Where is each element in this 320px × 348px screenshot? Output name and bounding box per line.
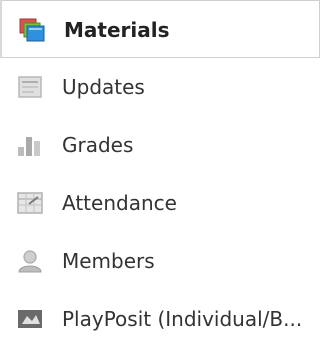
nav-label: Updates <box>62 75 145 99</box>
grades-icon <box>16 133 44 157</box>
materials-icon <box>18 18 46 42</box>
nav-label: Attendance <box>62 191 177 215</box>
nav-item-playposit[interactable]: PlayPosit (Individual/B... <box>0 290 320 348</box>
playposit-icon <box>16 307 44 331</box>
nav-item-attendance[interactable]: Attendance <box>0 174 320 232</box>
nav-item-grades[interactable]: Grades <box>0 116 320 174</box>
updates-icon <box>16 75 44 99</box>
nav-label: Materials <box>64 18 170 42</box>
nav-item-updates[interactable]: Updates <box>0 58 320 116</box>
nav-label: Grades <box>62 133 134 157</box>
nav-item-materials[interactable]: Materials <box>0 0 320 58</box>
members-icon <box>16 249 44 273</box>
course-nav: Materials Updates Grades Attendance Memb… <box>0 0 320 342</box>
nav-label: Members <box>62 249 155 273</box>
nav-item-members[interactable]: Members <box>0 232 320 290</box>
nav-label: PlayPosit (Individual/B... <box>62 307 303 331</box>
attendance-icon <box>16 191 44 215</box>
